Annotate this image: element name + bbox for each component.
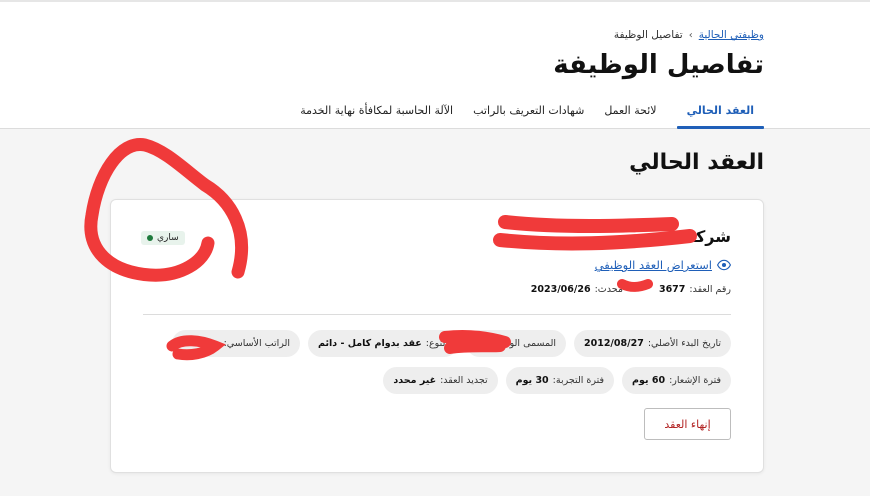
end-contract-button[interactable]: إنهاء العقد <box>644 408 731 440</box>
contract-meta: رقم العقد: 3677 محدث: 2023/06/26 <box>531 284 731 295</box>
eye-icon <box>717 259 731 271</box>
company-name: شركه <box>686 227 731 246</box>
section-title: العقد الحالي <box>629 150 764 175</box>
status-badge: ساري <box>141 231 185 245</box>
status-dot-icon <box>147 235 153 241</box>
chip-job-title: المسمى الوظيفي: <box>465 330 566 357</box>
page-header: وظيفتي الحالية › تفاصيل الوظيفة تفاصيل ا… <box>0 2 870 129</box>
contract-details-row-1: تاريخ البدء الأصلي: 2012/08/27 المسمى ال… <box>172 330 731 357</box>
breadcrumb: وظيفتي الحالية › تفاصيل الوظيفة <box>614 29 764 41</box>
status-label: ساري <box>157 233 179 243</box>
chip-notice-period: فترة الإشعار: 60 يوم <box>622 367 731 394</box>
updated-label: محدث: <box>594 284 623 295</box>
contract-details-row-2: فترة الإشعار: 60 يوم فترة التجربة: 30 يو… <box>383 367 731 394</box>
tab-salary-certificates[interactable]: شهادات التعريف بالراتب <box>473 102 584 128</box>
breadcrumb-root-link[interactable]: وظيفتي الحالية <box>699 29 764 41</box>
chip-start-date: تاريخ البدء الأصلي: 2012/08/27 <box>573 330 731 357</box>
contract-number-label: رقم العقد: <box>689 284 731 295</box>
updated-value: 2023/06/26 <box>530 284 591 295</box>
tabs: العقد الحالي لائحة العمل شهادات التعريف … <box>300 102 765 129</box>
contract-number-value: 3677 <box>658 284 686 295</box>
chip-contract-renewal: تجديد العقد: غير محدد <box>383 367 498 394</box>
breadcrumb-current: تفاصيل الوظيفة <box>613 29 683 41</box>
tab-work-regulations[interactable]: لائحة العمل <box>604 102 656 128</box>
chip-basic-salary: الراتب الأساسي: <box>172 330 301 357</box>
page-title: تفاصيل الوظيفة <box>553 50 764 80</box>
tab-end-of-service-calculator[interactable]: الآلة الحاسبة لمكافأة نهاية الخدمة <box>300 102 453 128</box>
view-contract-label: استعراض العقد الوظيفي <box>594 258 712 272</box>
tab-current-contract[interactable]: العقد الحالي <box>676 102 765 129</box>
contract-card: شركه ساري استعراض العقد الوظيفي رقم العق… <box>110 199 764 473</box>
divider <box>143 314 731 315</box>
chip-probation-period: فترة التجربة: 30 يوم <box>505 367 615 394</box>
breadcrumb-separator: › <box>688 29 693 41</box>
chip-contract-type: النوع: عقد بدوام كامل - دائم <box>308 330 458 357</box>
view-contract-link[interactable]: استعراض العقد الوظيفي <box>595 258 731 272</box>
